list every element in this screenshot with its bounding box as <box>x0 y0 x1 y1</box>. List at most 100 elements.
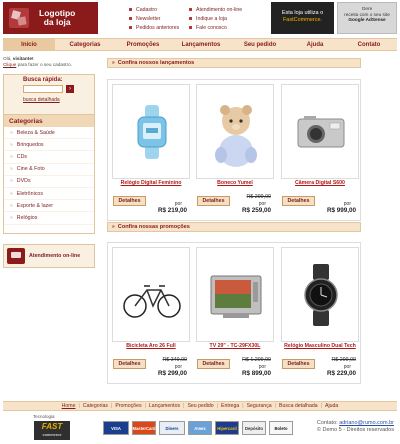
bullet-icon <box>129 8 132 11</box>
separator: | <box>110 403 113 409</box>
category-label: Relógios <box>16 214 38 221</box>
product-card: Bicicleta Aro 26 Full Detalhes R$ 349,00… <box>112 243 190 383</box>
online-support-label: Atendimento on-line <box>29 253 81 259</box>
arrow-right-icon: » <box>10 153 13 160</box>
nav-inicio[interactable]: Início <box>3 39 55 50</box>
product-name-link[interactable]: Relógio Masculino Dual Tech <box>281 343 359 349</box>
product-image[interactable] <box>112 247 190 342</box>
fastcommerce-logo[interactable]: FAST commerce <box>34 421 70 440</box>
fast-logo-sub: commerce <box>42 433 62 437</box>
category-label: Esporte & lazer <box>16 202 53 209</box>
nav-promocoes[interactable]: Promoções <box>115 39 171 50</box>
category-item[interactable]: » Eletrônicos <box>4 188 94 201</box>
old-price-value: R$ 299,00 <box>246 194 271 200</box>
contact-email-link[interactable]: adriano@rumo.com.br <box>339 420 394 426</box>
search-go-button[interactable]: › <box>66 85 74 93</box>
footer-link-home[interactable]: Home <box>62 403 76 409</box>
top-link-indique[interactable]: Indique a loja <box>189 14 269 23</box>
nav-ajuda[interactable]: Ajuda <box>289 39 341 50</box>
product-name-link[interactable]: Boneco Yumel <box>196 180 274 186</box>
details-button[interactable]: Detalhes <box>282 196 315 206</box>
adsense-banner[interactable]: Gere receita com o seu site Google AdSen… <box>337 2 397 34</box>
top-link-fale[interactable]: Fale conosco <box>189 23 269 32</box>
top-link-atendimento[interactable]: Atendimento on-line <box>189 5 269 14</box>
nav-seu-pedido[interactable]: Seu pedido <box>231 39 289 50</box>
fastcommerce-banner[interactable]: Esta loja utiliza o FastCommerce. <box>271 2 334 34</box>
diners-icon: Diners <box>159 421 185 435</box>
old-price: R$ 1.299,00 <box>242 357 271 363</box>
mastercard-icon: MasterCard <box>132 421 156 435</box>
footer-link-promocoes[interactable]: Promoções <box>115 403 141 409</box>
separator: | <box>242 403 244 409</box>
advanced-search-link[interactable]: busca detalhada <box>23 97 94 103</box>
category-item[interactable]: » Esporte & lazer <box>4 200 94 213</box>
nav-categorias[interactable]: Categorias <box>55 39 115 50</box>
search-input[interactable] <box>23 85 63 93</box>
plush-toy-icon <box>215 105 257 167</box>
arrow-right-icon: » <box>112 224 115 230</box>
nav-contato[interactable]: Contato <box>341 39 397 50</box>
product-name-link[interactable]: Relógio Digital Feminino <box>112 180 190 186</box>
top-link-label: Atendimento on-line <box>196 6 243 13</box>
price: R$ 229,00 <box>326 370 356 377</box>
category-item[interactable]: » CDs <box>4 151 94 164</box>
arrow-right-icon: » <box>10 190 13 197</box>
store-page: Logotipo da loja Cadastro Atendimento on… <box>0 0 400 444</box>
footer-link-seguranca[interactable]: Segurança <box>247 403 272 409</box>
arrow-right-icon: » <box>10 129 13 136</box>
old-price: R$ 299,00 <box>332 357 356 363</box>
buy-row: Detalhes por R$ 999,00 <box>281 194 359 214</box>
product-image[interactable] <box>281 247 359 342</box>
categories-box: Categorias » Beleza & Saúde » Brinquedos »… <box>3 114 95 234</box>
details-button[interactable]: Detalhes <box>282 359 315 369</box>
hipercard-icon: Hipercard <box>215 421 239 435</box>
category-item[interactable]: » Cine & Foto <box>4 164 94 176</box>
category-item[interactable]: » DVDs <box>4 176 94 188</box>
product-name-link[interactable]: TV 29" - TC-29FX30L <box>196 343 274 349</box>
product-image[interactable] <box>196 84 274 179</box>
product-name-link[interactable]: Bicicleta Aro 26 Full <box>112 343 190 349</box>
footer-link-categorias[interactable]: Categorias <box>83 403 108 409</box>
bullet-icon <box>129 26 132 29</box>
category-item[interactable]: » Relógios <box>4 212 94 225</box>
details-button[interactable]: Detalhes <box>197 196 230 206</box>
ads-line3: Google AdSense <box>348 17 386 23</box>
product-image[interactable] <box>281 84 359 179</box>
product-image[interactable] <box>112 84 190 179</box>
separator: | <box>216 403 219 409</box>
bullet-icon <box>129 17 132 20</box>
top-links: Cadastro Atendimento on-line Newsletter … <box>129 5 269 33</box>
top-link-pedidos[interactable]: Pedidos anteriores <box>129 23 189 32</box>
top-link-label: Newsletter <box>136 15 161 22</box>
arrow-right-icon: » <box>10 141 13 148</box>
boleto-icon: Boleto <box>269 421 293 435</box>
separator: | <box>144 403 146 409</box>
footer-link-entrega[interactable]: Entrega <box>221 403 239 409</box>
amex-icon: Amex <box>188 421 212 435</box>
details-button[interactable]: Detalhes <box>113 359 146 369</box>
top-link-cadastro[interactable]: Cadastro <box>129 5 189 14</box>
category-item[interactable]: » Brinquedos <box>4 139 94 152</box>
quick-search-title: Busca rápida: <box>23 77 63 83</box>
footer-link-busca[interactable]: Busca detalhada <box>279 403 318 409</box>
category-item[interactable]: » Beleza & Saúde <box>4 127 94 140</box>
signup-link[interactable]: Clique <box>3 62 16 67</box>
details-button[interactable]: Detalhes <box>197 359 230 369</box>
categories-title: Categorias <box>4 115 94 127</box>
top-link-newsletter[interactable]: Newsletter <box>129 14 189 23</box>
footer-link-ajuda[interactable]: Ajuda <box>325 403 338 409</box>
footer-link-seu-pedido[interactable]: Seu pedido <box>187 403 213 409</box>
online-support-button[interactable]: Atendimento on-line <box>3 244 95 268</box>
quick-search-box: Busca rápida: › busca detalhada <box>3 74 95 119</box>
old-price-value: R$ 349,00 <box>162 357 187 363</box>
product-name-link[interactable]: Câmera Digital S600 <box>281 180 359 186</box>
product-image[interactable] <box>196 247 274 342</box>
nav-lancamentos[interactable]: Lançamentos <box>171 39 231 50</box>
watch-black-icon <box>304 264 338 326</box>
promos-title-label: Confira nossas promoções <box>117 224 190 230</box>
footer-link-lancamentos[interactable]: Lançamentos <box>149 403 180 409</box>
details-button[interactable]: Detalhes <box>113 196 146 206</box>
store-logo[interactable]: Logotipo da loja <box>3 2 98 34</box>
sidebar: Olá, visitante! Clique para fazer o seu … <box>3 56 95 268</box>
greeting-visitor: visitante! <box>12 56 34 61</box>
